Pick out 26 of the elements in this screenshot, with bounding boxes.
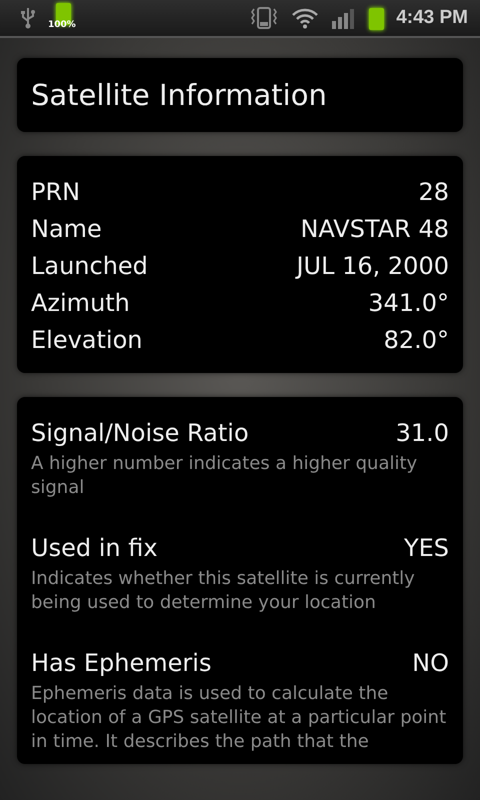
detail-label: Azimuth xyxy=(31,288,130,319)
property-description: A higher number indicates a higher quality signal xyxy=(31,452,418,500)
detail-value: JUL 16, 2000 xyxy=(296,251,449,282)
detail-label: PRN xyxy=(31,177,80,208)
property-description: Ephemeris data is used to calculate the location of a GPS satellite at a particular point in time. It describes the path that the xyxy=(31,682,448,754)
battery-icon xyxy=(369,8,384,30)
detail-value: NAVSTAR 48 xyxy=(300,214,449,245)
detail-label: Name xyxy=(31,214,102,245)
property-value: YES xyxy=(404,533,449,564)
detail-value: 82.0° xyxy=(384,325,449,356)
property-label: Used in fix xyxy=(31,533,158,564)
property-label: Has Ephemeris xyxy=(31,648,212,679)
wifi-icon xyxy=(291,7,320,29)
detail-label: Elevation xyxy=(31,325,142,356)
property-description: Indicates whether this satellite is currently being used to determine your location xyxy=(31,567,416,615)
usb-icon xyxy=(20,7,36,29)
property-label: Signal/Noise Ratio xyxy=(31,418,249,449)
property-value: NO xyxy=(412,648,449,679)
property-value: 31.0 xyxy=(396,418,449,449)
vibrate-icon xyxy=(249,6,280,30)
detail-value: 28 xyxy=(418,177,449,208)
battery-percent: 100% xyxy=(48,20,76,30)
detail-value: 341.0° xyxy=(368,288,449,319)
page-title: Satellite Information xyxy=(31,78,327,112)
clock: 4:43 PM xyxy=(396,7,468,29)
detail-label: Launched xyxy=(31,251,148,282)
